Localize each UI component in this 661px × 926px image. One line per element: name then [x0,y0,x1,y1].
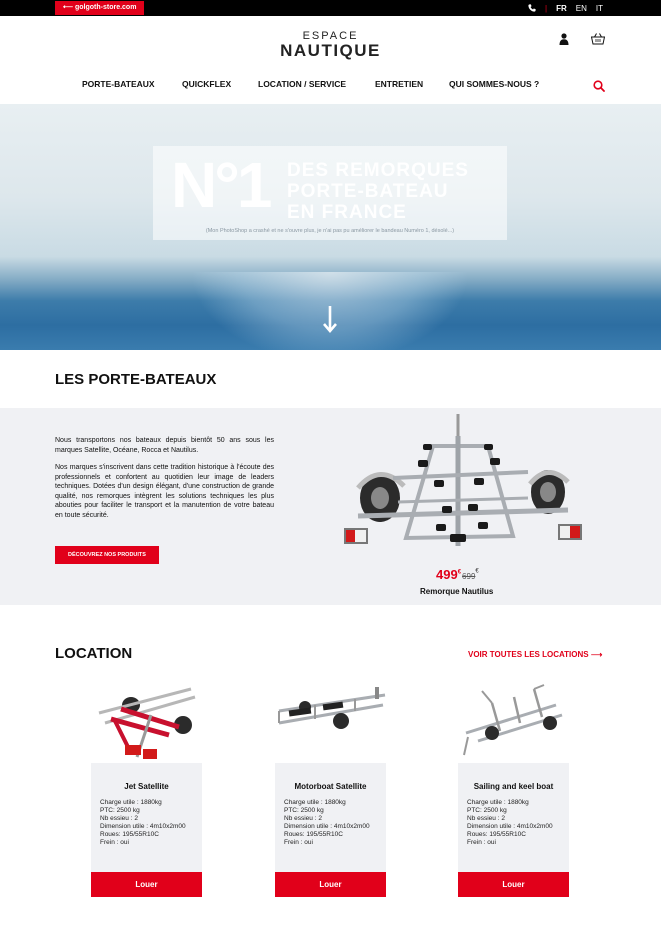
trailer-motorboat-image[interactable] [275,683,386,763]
spec-ptc: PTC: 2500 kg [284,807,324,814]
hero-banner: N°1 DES REMORQUES PORTE-BATEAU EN FRANCE… [0,104,661,350]
search-icon[interactable] [593,80,605,92]
cart-icon[interactable] [591,32,605,45]
banner-line-1: DES REMORQUES [287,160,469,181]
spec-axle: Nb essieu : 2 [100,815,138,822]
product-name[interactable]: Remorque Nautilus [420,587,493,596]
lang-en[interactable]: EN [576,4,587,13]
spec-dimension: Dimension utile : 4m10x2m00 [284,823,370,830]
rent-button[interactable]: Louer [91,872,202,897]
rental-card-sailing-keel-boat: Sailing and keel boat Charge utile : 188… [458,683,569,897]
nav-location-service[interactable]: LOCATION / SERVICE [258,77,346,91]
store-link[interactable]: ⟵ golgoth-store.com [55,1,145,15]
trailer-nautilus-image[interactable] [338,406,588,564]
card-title: Motorboat Satellite [294,782,367,791]
trailer-jet-image[interactable] [91,683,202,763]
card-specs: Charge utile : 1880kg PTC: 2500 kg Nb es… [284,799,370,847]
card-specs: Charge utile : 1880kg PTC: 2500 kg Nb es… [100,799,186,847]
main-nav: PORTE-BATEAUX QUICKFLEX LOCATION / SERVI… [0,77,661,91]
rental-card-motorboat-satellite: Motorboat Satellite Charge utile : 1880k… [275,683,386,897]
nav-quickflex[interactable]: QUICKFLEX [182,77,231,91]
spec-ptc: PTC: 2500 kg [100,807,140,814]
spec-wheels: Roues: 195/55R10C [100,831,159,838]
nav-qui-sommes-nous[interactable]: QUI SOMMES-NOUS ? [449,77,539,91]
spec-wheels: Roues: 195/55R10C [467,831,526,838]
spec-brake: Frein : oui [284,839,313,846]
spec-axle: Nb essieu : 2 [284,815,322,822]
card-specs: Charge utile : 1880kg PTC: 2500 kg Nb es… [467,799,553,847]
price-row: 499€699€ [436,566,479,584]
banner-number: N°1 [171,149,272,221]
card-title: Jet Satellite [124,782,169,791]
spec-brake: Frein : oui [100,839,129,846]
banner-line-3: EN FRANCE [287,202,407,223]
lang-it[interactable]: IT [596,4,603,13]
spec-axle: Nb essieu : 2 [467,815,505,822]
section-title-location: LOCATION [55,645,133,662]
spec-charge: Charge utile : 1880kg [467,799,529,806]
spec-dimension: Dimension utile : 4m10x2m00 [467,823,553,830]
separator: | [545,3,548,13]
spec-brake: Frein : oui [467,839,496,846]
phone-icon[interactable] [528,4,536,12]
price-old-currency: € [475,568,479,575]
rental-card-jet-satellite: Jet Satellite Charge utile : 1880kg PTC:… [91,683,202,897]
spec-dimension: Dimension utile : 4m10x2m00 [100,823,186,830]
rent-button[interactable]: Louer [275,872,386,897]
intro-paragraph-1: Nous transportons nos bateaux depuis bie… [55,437,274,454]
card-title: Sailing and keel boat [473,782,554,791]
discover-products-button[interactable]: DÉCOUVREZ NOS PRODUITS [55,546,159,564]
section-title-porte-bateaux: LES PORTE-BATEAUX [55,371,217,388]
spec-ptc: PTC: 2500 kg [467,807,507,814]
arrow-down-icon[interactable] [322,304,338,334]
rent-button[interactable]: Louer [458,872,569,897]
top-right-links: | FR EN IT [528,0,603,16]
top-bar: ⟵ golgoth-store.com | FR EN IT [0,0,661,16]
number-one-banner: N°1 DES REMORQUES PORTE-BATEAU EN FRANCE… [153,146,507,240]
price-old: 699 [462,572,476,581]
spec-wheels: Roues: 195/55R10C [284,831,343,838]
banner-line-2: PORTE-BATEAU [287,181,449,202]
nav-entretien[interactable]: ENTRETIEN [375,77,423,91]
trailer-sailing-image[interactable] [458,683,569,763]
nav-porte-bateaux[interactable]: PORTE-BATEAUX [82,77,155,91]
spec-charge: Charge utile : 1880kg [100,799,162,806]
price-new: 499€ [436,567,462,582]
lang-fr[interactable]: FR [556,4,567,13]
see-all-locations-link[interactable]: VOIR TOUTES LES LOCATIONS ⟶ [468,650,602,659]
user-icon[interactable] [559,33,569,45]
intro-paragraph-2: Nos marques s'inscrivent dans cette trad… [55,464,274,519]
banner-note: (Mon PhotoShop a crashé et ne s'ouvre pl… [205,228,455,234]
spec-charge: Charge utile : 1880kg [284,799,346,806]
